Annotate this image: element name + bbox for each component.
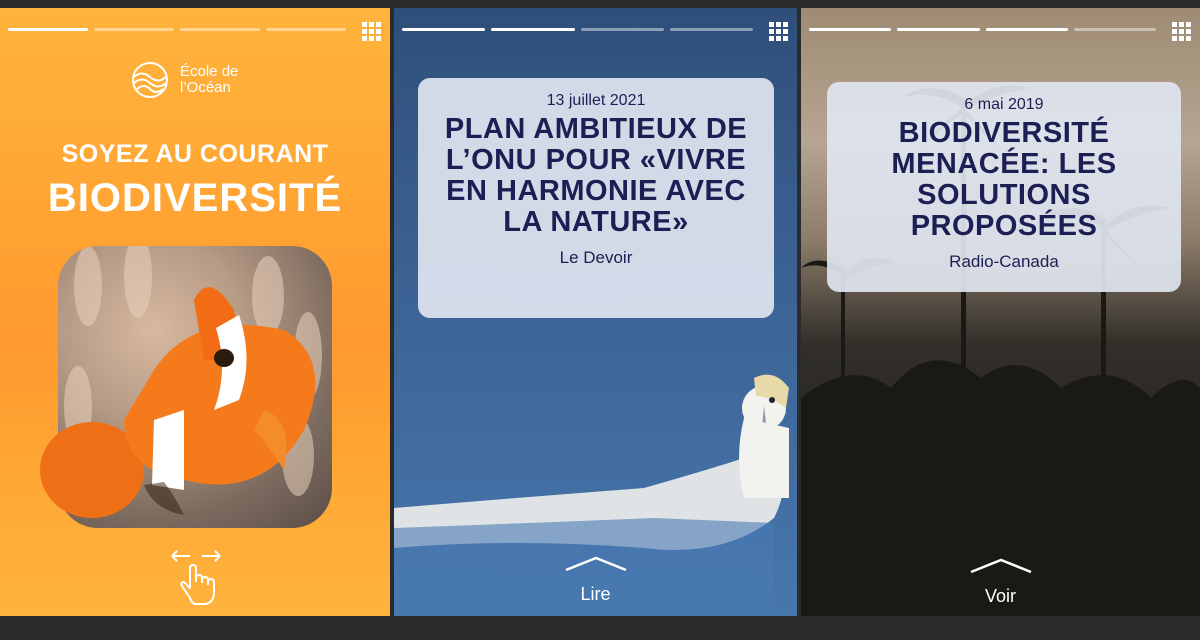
- progress-segment: [580, 28, 664, 31]
- article-source: Radio-Canada: [949, 252, 1059, 271]
- progress-segment: [897, 28, 980, 31]
- headline-big: BIODIVERSITÉ: [47, 176, 343, 220]
- story-panel-radio-canada[interactable]: 6 mai 2019 BIODIVERSITÉ MENACÉE: LES SOL…: [801, 8, 1200, 616]
- article-card[interactable]: 6 mai 2019 BIODIVERSITÉ MENACÉE: LES SOL…: [827, 82, 1181, 292]
- read-button[interactable]: Lire: [394, 556, 797, 605]
- read-button-label: Lire: [580, 584, 611, 604]
- story-progress-bar: [402, 28, 753, 31]
- progress-segment: [809, 28, 892, 31]
- progress-segment: [266, 28, 346, 31]
- article-date: 6 mai 2019: [964, 96, 1044, 113]
- chevron-up-icon: [565, 556, 626, 572]
- progress-segment: [402, 28, 486, 31]
- progress-segment: [985, 28, 1068, 31]
- hand-swipe-icon[interactable]: [168, 548, 224, 606]
- article-card[interactable]: 13 juillet 2021 PLAN AMBITIEUX DE L’ONU …: [418, 78, 774, 318]
- chevron-up-icon: [970, 558, 1031, 574]
- progress-segment: [491, 28, 575, 31]
- progress-segment: [1073, 28, 1156, 31]
- progress-segment: [180, 28, 260, 31]
- watch-button-label: Voir: [984, 586, 1017, 606]
- story-panel-biodiversite[interactable]: École de l’Océan SOYEZ AU COURANT BIODIV…: [0, 8, 390, 616]
- story-progress-bar: [809, 28, 1156, 31]
- story-progress-bar: [8, 28, 346, 31]
- progress-segment: [669, 28, 753, 31]
- brand-logo: École de l’Océan: [128, 60, 260, 100]
- wave-sun-logo-icon: [132, 62, 168, 98]
- clownfish-image: [40, 287, 316, 518]
- progress-segment: [94, 28, 174, 31]
- story-panel-le-devoir[interactable]: 13 juillet 2021 PLAN AMBITIEUX DE L’ONU …: [394, 8, 797, 616]
- article-date: 13 juillet 2021: [546, 92, 646, 109]
- article-title: BIODIVERSITÉ MENACÉE: LES SOLUTIONS PROP…: [891, 117, 1117, 242]
- headline-small: SOYEZ AU COURANT: [61, 140, 329, 168]
- article-title: PLAN AMBITIEUX DE L’ONU POUR «VIVRE EN H…: [444, 113, 748, 238]
- grid-icon[interactable]: [1172, 22, 1192, 42]
- watch-button[interactable]: Voir: [801, 558, 1200, 607]
- grid-icon[interactable]: [362, 22, 382, 42]
- logo-text: École de l’Océan: [180, 63, 239, 96]
- article-source: Le Devoir: [559, 248, 633, 267]
- grid-icon[interactable]: [769, 22, 789, 42]
- progress-segment: [8, 28, 88, 31]
